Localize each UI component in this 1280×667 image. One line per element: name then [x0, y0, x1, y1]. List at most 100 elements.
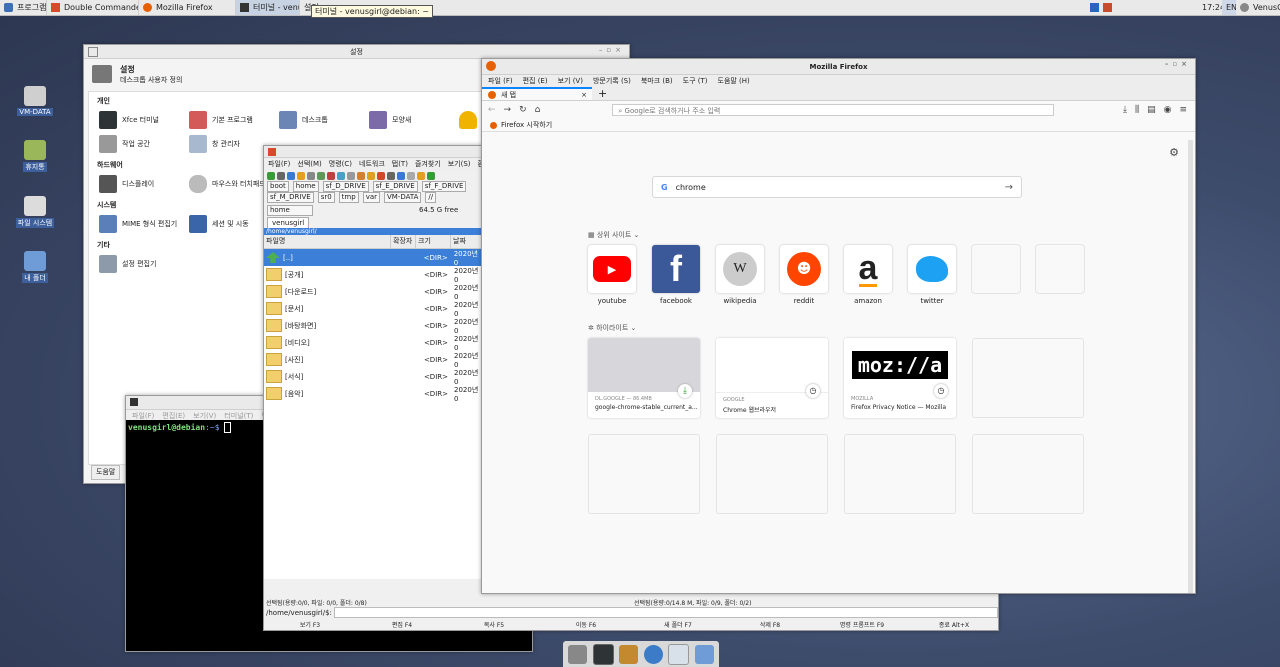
scrollbar[interactable] — [1188, 140, 1193, 593]
file-manager-icon[interactable] — [619, 644, 639, 664]
bookmark-item[interactable]: Firefox 시작하기 — [490, 120, 552, 130]
menu-tools[interactable]: 도구 (T) — [683, 76, 708, 86]
terminal-icon[interactable] — [592, 643, 614, 665]
drive-button[interactable]: sf_E_DRIVE — [372, 181, 418, 192]
show-desktop-icon[interactable] — [568, 644, 588, 664]
close-tab-icon[interactable]: × — [581, 91, 587, 99]
toolbar-icon[interactable] — [417, 171, 425, 180]
drive-button[interactable]: sf_M_DRIVE — [267, 192, 314, 203]
setting-xfce-terminal[interactable]: Xfce 터미널 — [99, 111, 189, 129]
f4-edit-button[interactable]: 편집 F4 — [356, 620, 448, 629]
keyboard-layout[interactable]: EN — [1222, 0, 1236, 15]
menu-help[interactable]: 도움말 (H) — [718, 76, 750, 86]
toolbar-icon[interactable] — [307, 171, 315, 180]
page-search-box[interactable]: G chrome → — [652, 176, 1022, 198]
drive-button[interactable]: VM-DATA — [384, 192, 422, 203]
menu-file[interactable]: 파일 (F) — [488, 76, 513, 86]
table-row[interactable]: [사진] <DIR> 2020년 0 — [264, 351, 482, 369]
top-site-empty[interactable] — [972, 245, 1020, 297]
top-sites-header[interactable]: ▦ 상위 사이트 ⌄ — [588, 230, 639, 240]
menu-edit[interactable]: 편집 (E) — [523, 76, 548, 86]
window-menu-icon[interactable] — [88, 47, 98, 57]
menu-mark[interactable]: 선택(M) — [297, 159, 321, 169]
url-bar[interactable]: ⌕ Google로 검색하거나 주소 입력 — [612, 104, 1055, 116]
drive-button[interactable]: tmp — [338, 192, 359, 203]
menu-view[interactable]: 보기 (V) — [558, 76, 583, 86]
setting-appearance[interactable]: 모양새 — [369, 111, 459, 129]
drive-button[interactable]: sr0 — [317, 192, 335, 203]
top-site-wikipedia[interactable]: W wikipedia — [716, 245, 764, 305]
menu-history[interactable]: 방문기록 (S) — [593, 76, 631, 86]
menu-favorites[interactable]: 즐겨찾기 — [415, 159, 441, 169]
setting-desktop[interactable]: 데스크톱 — [279, 111, 369, 129]
task-terminal[interactable]: 터미널 - venusgirl@debian: ~ — [235, 0, 299, 15]
top-site-twitter[interactable]: twitter — [908, 245, 956, 305]
drive-select[interactable]: home — [267, 204, 313, 216]
toolbar-icon[interactable] — [337, 171, 345, 180]
desktop-icon-vm-data[interactable]: VM-DATA — [13, 86, 57, 116]
web-browser-icon[interactable] — [643, 644, 663, 664]
highlight-card[interactable]: moz://a ◷ MOZILLA Firefox Privacy Notice… — [844, 338, 956, 418]
forward-icon[interactable]: → — [504, 105, 512, 115]
menu-network[interactable]: 네트워크 — [359, 159, 385, 169]
exit-button[interactable]: 종료 Alt+X — [908, 620, 998, 629]
top-site-empty[interactable] — [1036, 245, 1084, 297]
table-row[interactable]: [다운로드] <DIR> 2020년 0 — [264, 283, 482, 301]
column-name[interactable]: 파일명 — [264, 235, 391, 248]
toolbar-icon[interactable] — [317, 171, 325, 180]
f3-view-button[interactable]: 보기 F3 — [264, 620, 356, 629]
table-row[interactable]: [서식] <DIR> 2020년 0 — [264, 368, 482, 386]
clock[interactable]: 17:24 — [1198, 0, 1222, 15]
applications-menu[interactable]: 프로그램 — [0, 0, 46, 15]
f5-copy-button[interactable]: 복사 F5 — [448, 620, 540, 629]
toolbar-icon[interactable] — [277, 171, 285, 180]
back-icon[interactable]: ← — [488, 105, 496, 115]
highlight-card[interactable]: ⤓ DL.GOOGLE — 86.4MB google-chrome-stabl… — [588, 338, 700, 418]
reload-icon[interactable]: ↻ — [519, 105, 527, 115]
toolbar-icon[interactable] — [407, 171, 415, 180]
toolbar-icon[interactable] — [377, 171, 385, 180]
toolbar-icon[interactable] — [327, 171, 335, 180]
column-date[interactable]: 날짜 — [451, 235, 483, 248]
setting-display[interactable]: 디스플레이 — [99, 175, 189, 193]
dc-tab[interactable]: venusgirl — [267, 217, 310, 228]
drive-button[interactable]: // — [425, 192, 437, 203]
window-controls[interactable]: –▫× — [1165, 60, 1191, 68]
toolbar-icon[interactable] — [347, 171, 355, 180]
menu-file[interactable]: 파일(F) — [268, 159, 290, 169]
window-controls[interactable]: –▫× — [599, 46, 625, 54]
notification-area[interactable] — [1086, 0, 1116, 15]
desktop-icon-filesystem[interactable]: 파일 시스템 — [13, 196, 57, 228]
top-site-facebook[interactable]: f facebook — [652, 245, 700, 305]
table-row[interactable]: [비디오] <DIR> 2020년 0 — [264, 334, 482, 352]
user-menu[interactable]: VenusGirl — [1236, 0, 1280, 15]
setting-mime-editor[interactable]: MIME 형식 편집기 — [99, 215, 189, 233]
toolbar-icon[interactable] — [397, 171, 405, 180]
firefox-titlebar[interactable]: Mozilla Firefox –▫× — [482, 59, 1195, 75]
toolbar-icon[interactable] — [357, 171, 365, 180]
desktop-icon-home[interactable]: 내 폴더 — [13, 251, 57, 283]
f8-delete-button[interactable]: 삭제 F8 — [724, 620, 816, 629]
folder-icon[interactable] — [694, 644, 714, 664]
toolbar-icon[interactable] — [267, 171, 275, 180]
home-icon[interactable]: ⌂ — [535, 105, 541, 115]
toolbar-icon[interactable] — [287, 171, 295, 180]
top-site-youtube[interactable]: ▶ youtube — [588, 245, 636, 305]
menu-commands[interactable]: 명령(C) — [329, 159, 352, 169]
table-row[interactable]: [바탕화면] <DIR> 2020년 0 — [264, 317, 482, 335]
f7-newfolder-button[interactable]: 새 폴더 F7 — [632, 620, 724, 629]
downloads-icon[interactable]: ⤓ — [1123, 105, 1127, 115]
command-input[interactable] — [333, 607, 998, 618]
gear-icon[interactable]: ⚙ — [1169, 146, 1179, 159]
new-tab-button[interactable]: + — [598, 87, 607, 100]
drive-button[interactable]: sf_D_DRIVE — [322, 181, 369, 192]
top-site-amazon[interactable]: a amazon — [844, 245, 892, 305]
setting-workspaces[interactable]: 작업 공간 — [99, 135, 189, 153]
highlight-card[interactable]: ◷ GOOGLE Chrome 웹브라우저 — [716, 338, 828, 418]
menu-icon[interactable]: ≡ — [1179, 105, 1187, 115]
drive-button[interactable]: var — [362, 192, 380, 203]
task-double-commander[interactable]: Double Commander — [46, 0, 138, 15]
toolbar-icon[interactable] — [367, 171, 375, 180]
search-go-icon[interactable]: → — [1005, 182, 1013, 193]
drive-button[interactable]: sf_F_DRIVE — [421, 181, 467, 192]
